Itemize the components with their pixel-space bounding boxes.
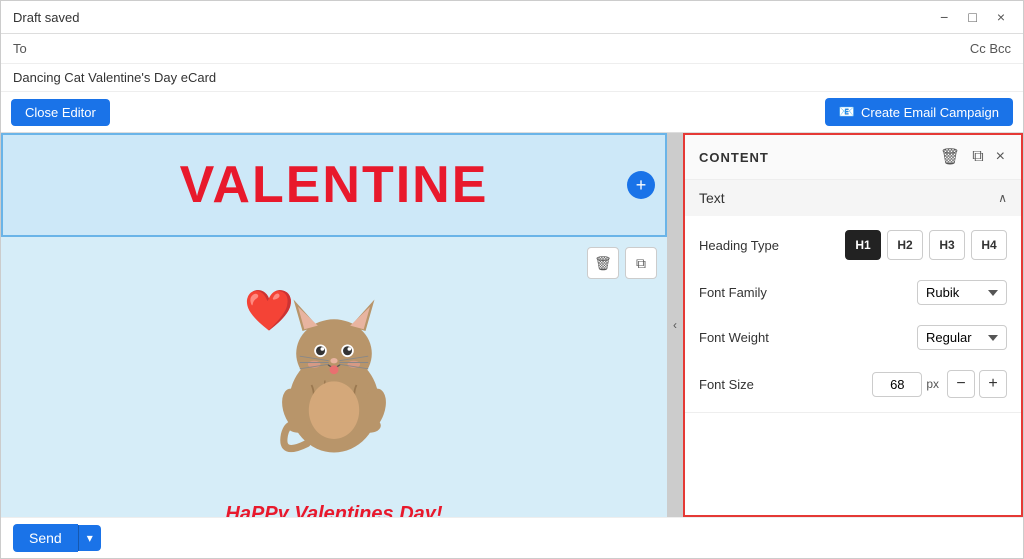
draft-status: Draft saved bbox=[13, 10, 79, 25]
font-weight-select[interactable]: Regular Bold Light Medium bbox=[917, 325, 1007, 350]
font-family-select[interactable]: Rubik Arial Georgia Verdana bbox=[917, 280, 1007, 305]
close-window-button[interactable]: × bbox=[991, 7, 1011, 27]
window-controls: − □ × bbox=[934, 7, 1011, 27]
font-size-increase-button[interactable]: + bbox=[979, 370, 1007, 398]
font-size-label: Font Size bbox=[699, 377, 754, 392]
font-size-controls: px − + bbox=[872, 370, 1007, 398]
maximize-button[interactable]: □ bbox=[962, 7, 982, 27]
toolbar-row: Close Editor 📧 Create Email Campaign bbox=[1, 92, 1023, 133]
duplicate-block-button[interactable]: ⧉ bbox=[625, 247, 657, 279]
block-controls: 🗑 ⧉ bbox=[587, 247, 657, 279]
panel-delete-button[interactable]: 🗑 bbox=[938, 145, 962, 169]
subject-row: Dancing Cat Valentine's Day eCard bbox=[1, 64, 1023, 92]
font-size-unit: px bbox=[926, 377, 939, 391]
font-family-controls: Rubik Arial Georgia Verdana bbox=[917, 280, 1007, 305]
to-label: To bbox=[13, 41, 27, 56]
campaign-icon: 📧 bbox=[839, 104, 855, 120]
font-size-decrease-button[interactable]: − bbox=[947, 370, 975, 398]
send-dropdown-button[interactable]: ▾ bbox=[78, 525, 101, 551]
text-section-label: Text bbox=[699, 190, 725, 206]
canvas-content: VALENTINE + 🗑 ⧉ ❤️ bbox=[1, 133, 667, 517]
heart-emoji: ❤️ bbox=[244, 287, 294, 334]
text-section-content: Heading Type H1 H2 H3 H4 Font Family bbox=[685, 216, 1021, 412]
bottom-valentine-text: HaPPy Valentines Day! bbox=[1, 497, 667, 517]
heading-h4-button[interactable]: H4 bbox=[971, 230, 1007, 260]
title-bar: Draft saved − □ × bbox=[1, 1, 1023, 34]
panel-close-button[interactable]: × bbox=[994, 146, 1007, 168]
send-button[interactable]: Send bbox=[13, 524, 78, 552]
heading-h2-button[interactable]: H2 bbox=[887, 230, 923, 260]
heading-type-controls: H1 H2 H3 H4 bbox=[845, 230, 1007, 260]
heading-type-label: Heading Type bbox=[699, 238, 779, 253]
text-section: Text ∧ Heading Type H1 H2 H3 H4 bbox=[685, 180, 1021, 413]
panel-header: CONTENT 🗑 ⧉ × bbox=[685, 135, 1021, 180]
create-campaign-button[interactable]: 📧 Create Email Campaign bbox=[825, 98, 1013, 126]
heading-h1-button[interactable]: H1 bbox=[845, 230, 881, 260]
cc-bcc-label: Cc Bcc bbox=[970, 41, 1011, 56]
font-weight-row: Font Weight Regular Bold Light Medium bbox=[699, 325, 1007, 350]
to-row: To Cc Bcc bbox=[1, 34, 1023, 64]
font-family-row: Font Family Rubik Arial Georgia Verdana bbox=[699, 280, 1007, 305]
valentine-header-block: VALENTINE + bbox=[1, 133, 667, 237]
panel-header-icons: 🗑 ⧉ × bbox=[938, 145, 1007, 169]
font-family-label: Font Family bbox=[699, 285, 767, 300]
canvas-area: VALENTINE + 🗑 ⧉ ❤️ bbox=[1, 133, 667, 517]
subject-text: Dancing Cat Valentine's Day eCard bbox=[13, 70, 216, 85]
close-editor-button[interactable]: Close Editor bbox=[11, 99, 110, 126]
cat-illustration: ❤️ bbox=[234, 267, 434, 467]
font-size-row: Font Size px − + bbox=[699, 370, 1007, 398]
right-panel: CONTENT 🗑 ⧉ × Text ∧ Heading Type bbox=[683, 133, 1023, 517]
panel-copy-button[interactable]: ⧉ bbox=[970, 146, 985, 168]
valentine-title: VALENTINE bbox=[13, 155, 655, 215]
collapse-icon: ‹ bbox=[673, 318, 677, 332]
add-section-button[interactable]: + bbox=[627, 171, 655, 199]
text-section-chevron: ∧ bbox=[998, 191, 1007, 205]
panel-title: CONTENT bbox=[699, 150, 769, 165]
create-campaign-label: Create Email Campaign bbox=[861, 105, 999, 120]
collapse-handle[interactable]: ‹ bbox=[667, 133, 683, 517]
font-weight-controls: Regular Bold Light Medium bbox=[917, 325, 1007, 350]
heading-type-row: Heading Type H1 H2 H3 H4 bbox=[699, 230, 1007, 260]
send-bar: Send ▾ bbox=[1, 517, 1023, 558]
font-weight-label: Font Weight bbox=[699, 330, 769, 345]
cat-section: 🗑 ⧉ ❤️ bbox=[1, 237, 667, 497]
text-section-header[interactable]: Text ∧ bbox=[685, 180, 1021, 216]
delete-block-button[interactable]: 🗑 bbox=[587, 247, 619, 279]
main-area: VALENTINE + 🗑 ⧉ ❤️ bbox=[1, 133, 1023, 517]
font-size-input[interactable] bbox=[872, 372, 922, 397]
minimize-button[interactable]: − bbox=[934, 7, 954, 27]
heading-h3-button[interactable]: H3 bbox=[929, 230, 965, 260]
